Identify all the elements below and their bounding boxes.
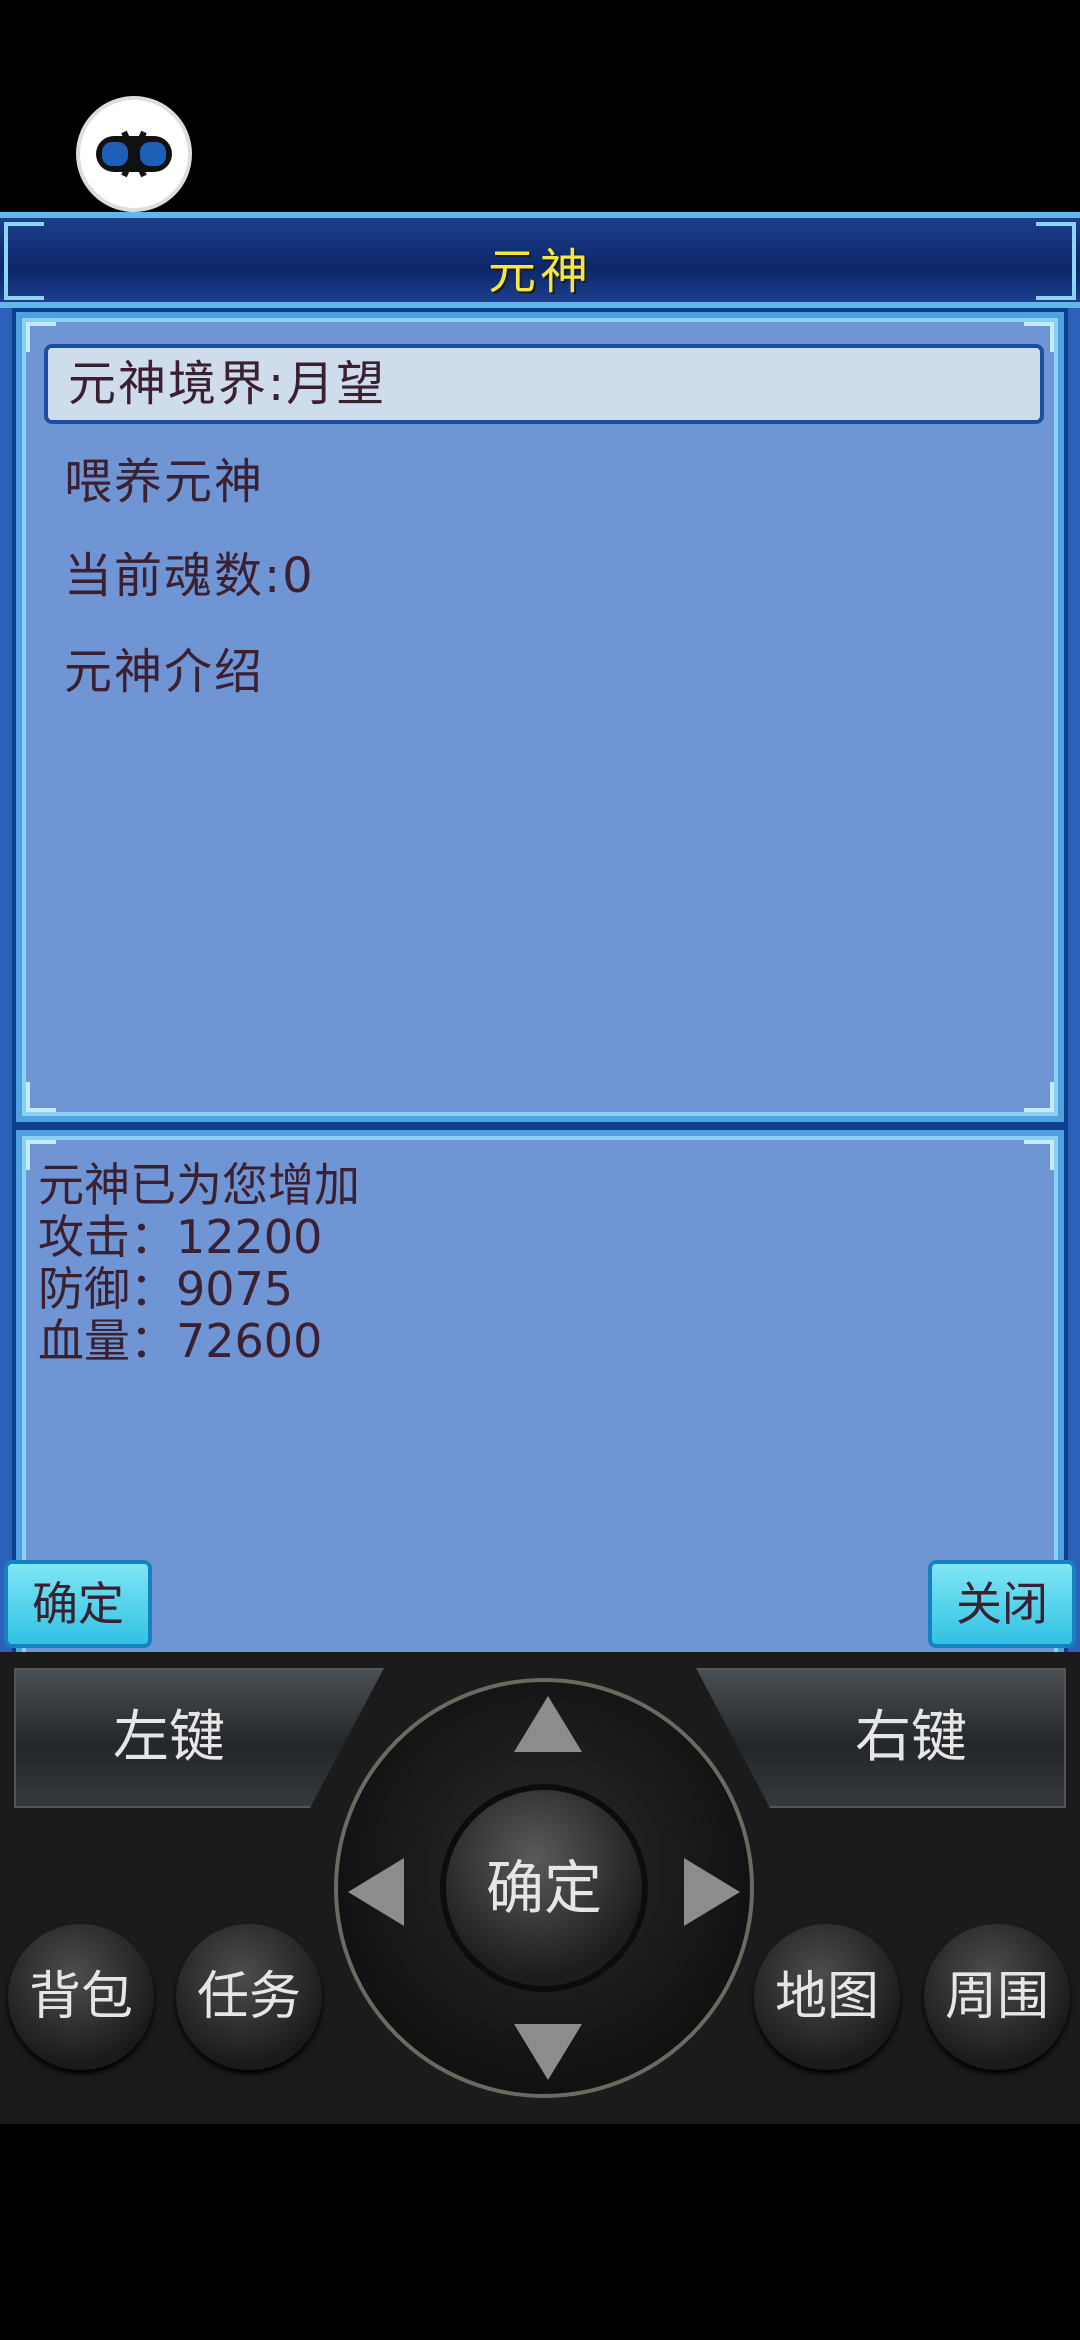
dpad-center-button[interactable]: 确定	[440, 1784, 648, 1992]
map-key[interactable]: 地图	[754, 1924, 900, 2070]
quest-key[interactable]: 任务	[176, 1924, 322, 2070]
dpad-up-icon[interactable]	[514, 1696, 582, 1752]
panel-ornament	[1024, 1140, 1054, 1170]
menu-item-intro[interactable]: 元神介绍	[44, 632, 1044, 712]
game-window: 元神 元神境界:月望 喂养元神 当前魂数:0 元神介绍 元神已为您增加 攻击：1…	[0, 212, 1080, 1756]
dpad-right-icon[interactable]	[684, 1858, 740, 1926]
menu-item-realm[interactable]: 元神境界:月望	[44, 344, 1044, 424]
bag-key[interactable]: 背包	[8, 1924, 154, 2070]
panel-ornament	[26, 1082, 56, 1112]
left-soft-key[interactable]: 左键	[14, 1668, 384, 1808]
game-controller-icon	[96, 130, 172, 178]
info-attack: 攻击：12200	[38, 1210, 323, 1264]
panel-ornament	[1024, 1082, 1054, 1112]
close-button[interactable]: 关闭	[928, 1560, 1076, 1648]
right-soft-key[interactable]: 右键	[696, 1668, 1066, 1808]
dpad-left-icon[interactable]	[348, 1858, 404, 1926]
info-heading: 元神已为您增加	[38, 1158, 360, 1212]
info-hp: 血量：72600	[38, 1314, 323, 1368]
nearby-key[interactable]: 周围	[924, 1924, 1070, 2070]
menu-item-feed[interactable]: 喂养元神	[44, 442, 1044, 522]
direction-pad: 确定	[334, 1678, 754, 2098]
title-bar: 元神	[0, 212, 1080, 308]
confirm-button[interactable]: 确定	[4, 1560, 152, 1648]
menu-panel: 元神境界:月望 喂养元神 当前魂数:0 元神介绍	[12, 308, 1068, 1126]
virtual-keypad: 左键 右键 确定 背包 任务 地图 周围	[0, 1652, 1080, 2124]
floating-overlay-button[interactable]	[80, 100, 188, 208]
info-defense: 防御：9075	[38, 1262, 294, 1316]
dpad-down-icon[interactable]	[514, 2024, 582, 2080]
menu-item-soul-count[interactable]: 当前魂数:0	[44, 536, 1044, 616]
window-title: 元神	[487, 244, 592, 300]
